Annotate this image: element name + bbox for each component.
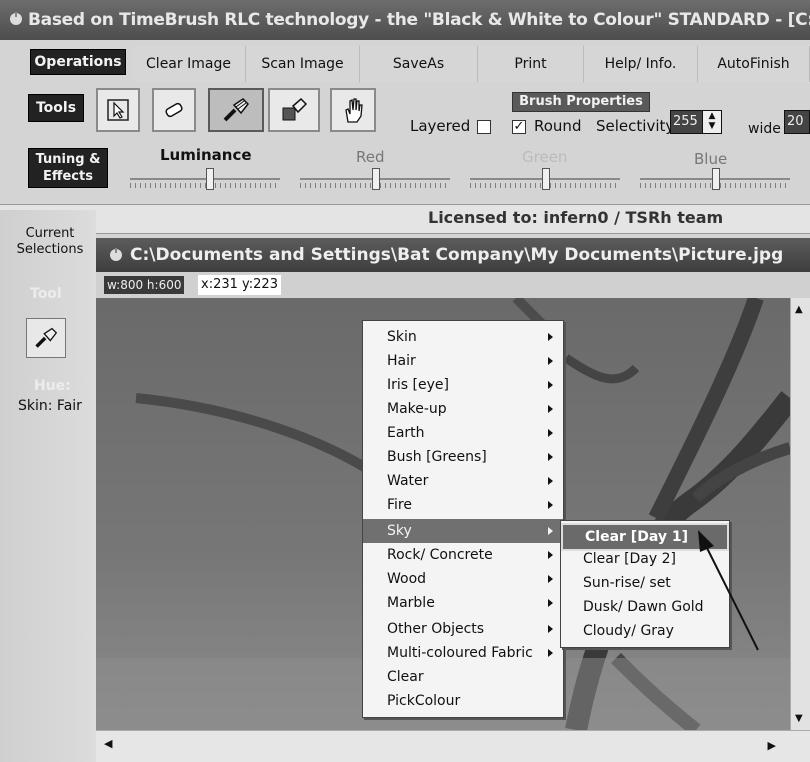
horizontal-scrollbar[interactable]: ◀ ▶ xyxy=(96,730,810,762)
cursor-coords-text: x:231 y:223 xyxy=(198,275,281,295)
pointer-arrow-icon xyxy=(698,530,759,651)
luminance-label: Luminance xyxy=(160,146,252,164)
submenu-arrow-icon xyxy=(548,357,553,365)
wide-value: 20 xyxy=(787,114,804,129)
menu-item-earth[interactable]: Earth xyxy=(363,421,563,445)
submenu-arrow-icon xyxy=(548,453,553,461)
picture-window-title-bar[interactable]: C:\Documents and Settings\Bat Company\My… xyxy=(96,238,810,272)
current-tool-display xyxy=(26,318,66,358)
submenu-arrow-icon xyxy=(548,429,553,437)
wide-spinner[interactable]: 20 xyxy=(784,110,810,134)
green-label: Green xyxy=(522,148,568,166)
brush-tool-button[interactable] xyxy=(208,88,264,132)
slider-thumb[interactable] xyxy=(542,168,550,190)
picture-window-title: C:\Documents and Settings\Bat Company\My… xyxy=(130,245,784,265)
submenu-arrow-icon xyxy=(548,599,553,607)
fill-icon xyxy=(282,97,308,121)
image-size-text: w:800 h:600 xyxy=(104,276,185,294)
submenu-arrow-icon xyxy=(548,333,553,341)
submenu-arrow-icon xyxy=(548,381,553,389)
brush-icon xyxy=(35,327,58,348)
print-button[interactable]: Print xyxy=(478,46,584,82)
red-label: Red xyxy=(356,148,385,166)
hue-context-menu: Skin Hair Iris [eye] Make-up Earth Bush … xyxy=(362,320,564,718)
selectivity-value: 255 xyxy=(673,114,698,129)
submenu-arrow-icon xyxy=(548,477,553,485)
hand-icon xyxy=(345,98,363,123)
tool-label: Tool xyxy=(30,286,62,302)
menu-item-water[interactable]: Water xyxy=(363,469,563,493)
operations-label[interactable]: Operations xyxy=(30,49,126,75)
vertical-scrollbar[interactable]: ▲ ▼ xyxy=(790,298,810,730)
submenu-arrow-icon xyxy=(548,551,553,559)
layered-label: Layered xyxy=(410,117,471,135)
current-selections-label: Current Selections xyxy=(16,226,84,257)
select-arrow-icon xyxy=(107,99,129,121)
window-title: Based on TimeBrush RLC technology - the … xyxy=(28,10,810,30)
submenu-arrow-icon xyxy=(548,405,553,413)
menu-item-iris[interactable]: Iris [eye] xyxy=(363,373,563,397)
scroll-left-icon[interactable]: ◀ xyxy=(104,737,112,750)
selectivity-spinner[interactable]: 255 ▲ ▼ xyxy=(670,110,722,134)
tuning-effects-label: Tuning & Effects xyxy=(28,148,108,188)
auto-finish-button[interactable]: AutoFinish xyxy=(698,46,810,82)
menu-item-rock-concrete[interactable]: Rock/ Concrete xyxy=(363,543,563,567)
menu-item-marble[interactable]: Marble xyxy=(363,591,563,615)
red-slider[interactable] xyxy=(300,166,450,190)
hue-label: Hue: xyxy=(34,378,71,394)
luminance-slider[interactable] xyxy=(130,166,280,190)
fill-tool-button[interactable] xyxy=(268,88,320,132)
spinner-arrows-icon[interactable]: ▲ ▼ xyxy=(702,111,721,133)
menu-item-pick-colour[interactable]: PickColour xyxy=(363,689,563,713)
slider-thumb[interactable] xyxy=(372,168,380,190)
menu-item-other-objects[interactable]: Other Objects xyxy=(363,617,563,641)
app-icon xyxy=(110,248,122,261)
app-icon xyxy=(10,12,22,25)
submenu-arrow-icon xyxy=(548,649,553,657)
submenu-arrow-icon xyxy=(548,625,553,633)
layered-checkbox[interactable] xyxy=(477,120,491,134)
menu-item-sky[interactable]: Sky xyxy=(363,519,563,543)
submenu-arrow-icon xyxy=(548,575,553,583)
menu-item-hair[interactable]: Hair xyxy=(363,349,563,373)
scroll-up-icon[interactable]: ▲ xyxy=(795,304,803,315)
menu-item-multi-coloured-fabric[interactable]: Multi-coloured Fabric xyxy=(363,641,563,665)
license-text: Licensed to: infern0 / TSRh team xyxy=(428,208,724,227)
save-as-button[interactable]: SaveAs xyxy=(360,46,478,82)
slider-thumb[interactable] xyxy=(206,168,214,190)
clear-image-button[interactable]: Clear Image xyxy=(132,46,246,82)
hue-value: Skin: Fair xyxy=(18,398,82,414)
menu-item-bush[interactable]: Bush [Greens] xyxy=(363,445,563,469)
menu-item-fire[interactable]: Fire xyxy=(363,493,563,517)
help-info-button[interactable]: Help/ Info. xyxy=(584,46,698,82)
menu-item-make-up[interactable]: Make-up xyxy=(363,397,563,421)
menu-item-clear[interactable]: Clear xyxy=(363,665,563,689)
menu-item-wood[interactable]: Wood xyxy=(363,567,563,591)
eraser-icon xyxy=(165,102,183,118)
submenu-arrow-icon xyxy=(548,527,553,535)
scroll-right-icon[interactable]: ▶ xyxy=(768,739,776,752)
brush-properties-title: Brush Properties xyxy=(512,92,650,112)
menu-item-skin[interactable]: Skin xyxy=(363,325,563,349)
eraser-tool-button[interactable] xyxy=(152,88,196,132)
round-checkbox[interactable]: ✓ xyxy=(512,120,526,134)
scan-image-button[interactable]: Scan Image xyxy=(246,46,360,82)
round-label: Round xyxy=(534,117,582,135)
wide-label: wide xyxy=(748,121,781,137)
hand-tool-button[interactable] xyxy=(330,88,376,132)
green-slider[interactable] xyxy=(470,166,620,190)
select-tool-button[interactable] xyxy=(96,88,140,132)
slider-thumb[interactable] xyxy=(712,168,720,190)
submenu-arrow-icon xyxy=(548,501,553,509)
brush-icon xyxy=(223,98,249,122)
tools-label: Tools xyxy=(28,94,84,122)
selectivity-label: Selectivity xyxy=(596,117,675,135)
blue-slider[interactable] xyxy=(640,166,790,190)
window-title-bar: Based on TimeBrush RLC technology - the … xyxy=(0,0,810,40)
scroll-down-icon[interactable]: ▼ xyxy=(795,713,803,724)
